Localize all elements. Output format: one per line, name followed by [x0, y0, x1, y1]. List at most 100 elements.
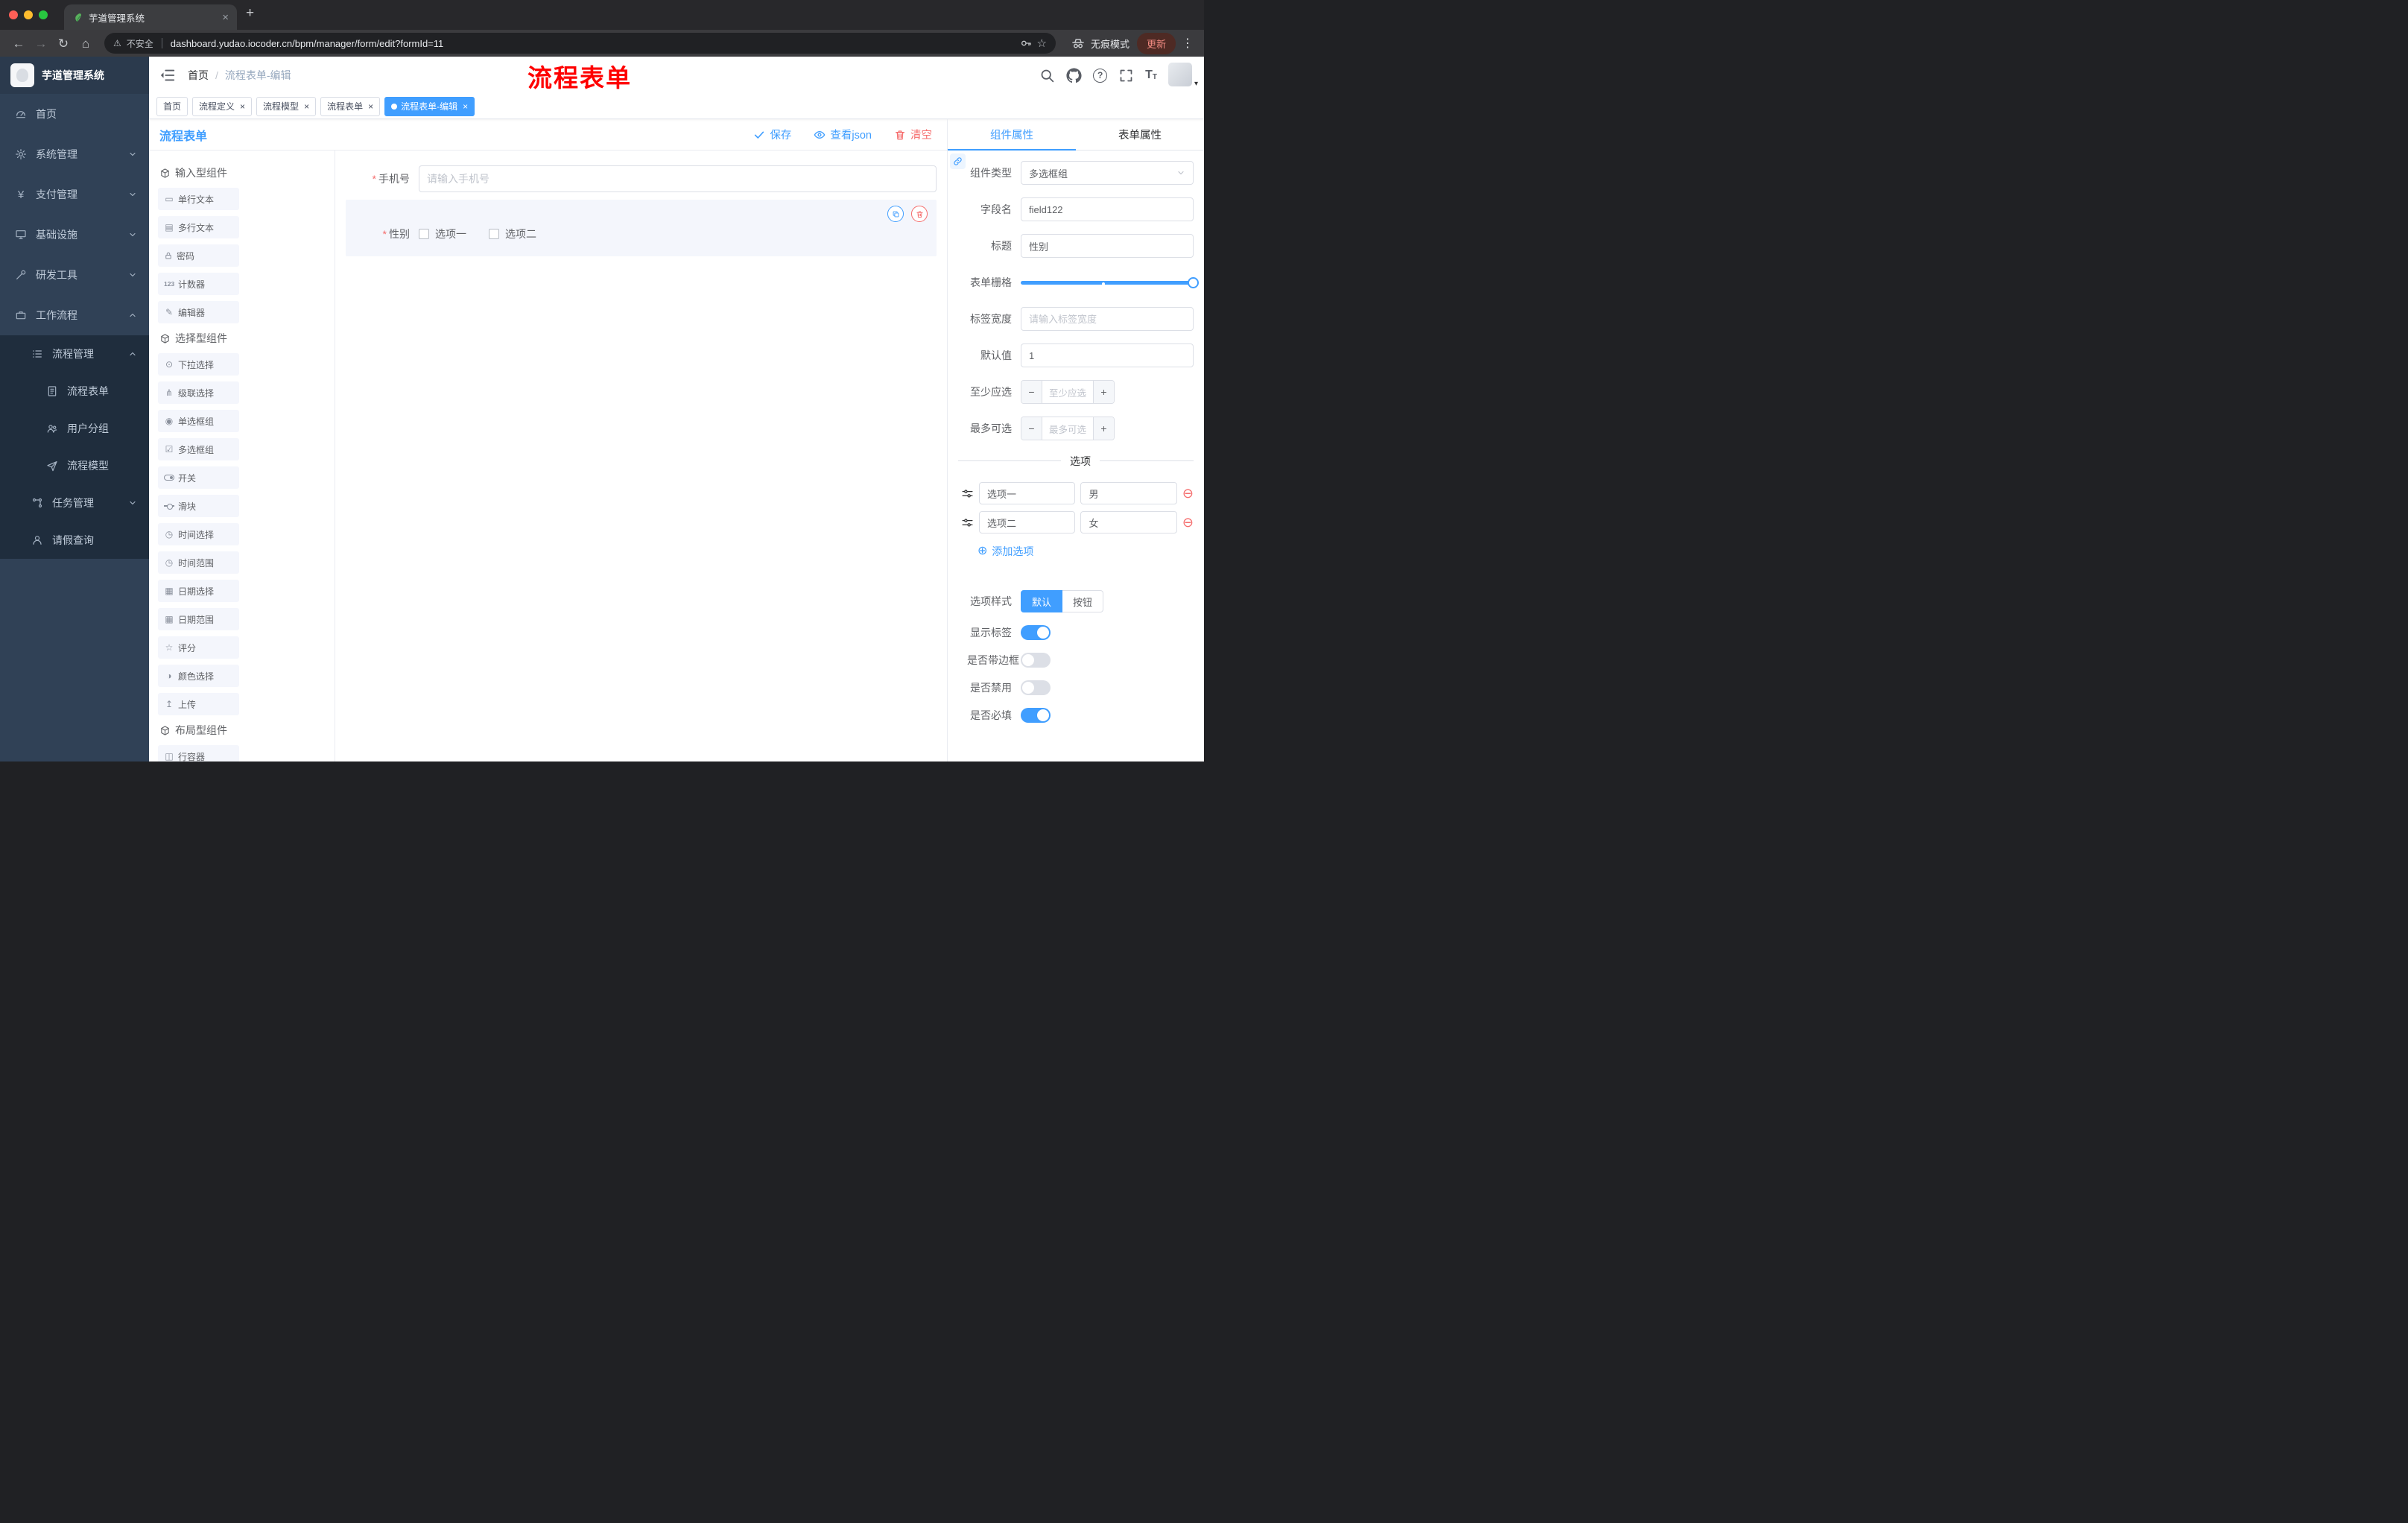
- increase-button[interactable]: +: [1093, 381, 1114, 403]
- sidebar-item-infrastructure[interactable]: 基础设施: [0, 215, 149, 255]
- view-json-button[interactable]: 查看json: [814, 127, 872, 142]
- sidebar-item-workflow[interactable]: 工作流程: [0, 295, 149, 335]
- component-slider[interactable]: 滑块: [158, 495, 239, 517]
- component-row-container[interactable]: ◫ 行容器: [158, 745, 239, 762]
- component-counter[interactable]: 123 计数器: [158, 273, 239, 295]
- add-option-button[interactable]: ⊕ 添加选项: [978, 544, 1194, 559]
- phone-input[interactable]: [419, 165, 937, 192]
- close-window-button[interactable]: [9, 10, 18, 19]
- title-input[interactable]: [1021, 234, 1194, 258]
- component-date-picker[interactable]: ▦ 日期选择: [158, 580, 239, 602]
- border-switch[interactable]: [1021, 653, 1051, 668]
- sidebar-item-payment[interactable]: ¥ 支付管理: [0, 174, 149, 215]
- font-size-icon[interactable]: TT: [1145, 69, 1157, 81]
- save-button[interactable]: 保存: [753, 127, 791, 142]
- option-2-value-input[interactable]: [1080, 511, 1177, 533]
- tag-process-model[interactable]: 流程模型 ×: [256, 96, 317, 116]
- style-button-button[interactable]: 按钮: [1062, 590, 1104, 612]
- key-icon[interactable]: [1020, 37, 1032, 49]
- github-icon[interactable]: [1066, 68, 1082, 83]
- field-name-input[interactable]: [1021, 197, 1194, 221]
- component-cascader[interactable]: ⋔ 级联选择: [158, 381, 239, 404]
- close-icon[interactable]: ×: [461, 101, 468, 112]
- address-bar[interactable]: ⚠ 不安全 dashboard.yudao.iocoder.cn/bpm/man…: [104, 33, 1056, 54]
- zoom-window-button[interactable]: [39, 10, 48, 19]
- gender-field-selected[interactable]: 性别 选项一 选项二: [346, 200, 937, 256]
- option-1-label-input[interactable]: [979, 482, 1076, 504]
- component-color-picker[interactable]: ◑ 颜色选择: [158, 665, 239, 687]
- close-icon[interactable]: ×: [238, 101, 245, 112]
- grid-slider[interactable]: [1021, 270, 1199, 294]
- component-type-select[interactable]: 多选框组: [1021, 161, 1194, 185]
- remove-option-icon[interactable]: ⊖: [1182, 487, 1194, 500]
- fullscreen-icon[interactable]: [1118, 68, 1134, 83]
- show-label-switch[interactable]: [1021, 625, 1051, 640]
- home-icon[interactable]: ⌂: [75, 37, 97, 50]
- component-select[interactable]: ⊙ 下拉选择: [158, 353, 239, 376]
- option-1-value-input[interactable]: [1080, 482, 1177, 504]
- default-value-input[interactable]: [1021, 343, 1194, 367]
- min-select-value[interactable]: 至少应选: [1042, 381, 1093, 403]
- drag-handle-icon[interactable]: [961, 487, 974, 500]
- reload-icon[interactable]: ↻: [52, 37, 75, 50]
- link-chip[interactable]: [950, 153, 966, 169]
- label-width-input[interactable]: [1021, 307, 1194, 331]
- user-menu[interactable]: ▾: [1168, 63, 1198, 88]
- tab-form-props[interactable]: 表单属性: [1076, 119, 1204, 150]
- decrease-button[interactable]: −: [1021, 381, 1042, 403]
- app-logo[interactable]: 芋道管理系统: [0, 57, 149, 94]
- delete-field-button[interactable]: [911, 206, 928, 222]
- gender-option-2-checkbox[interactable]: 选项二: [489, 227, 536, 241]
- sidebar-item-user-group[interactable]: 用户分组: [0, 410, 149, 447]
- bookmark-star-icon[interactable]: ☆: [1037, 37, 1047, 50]
- component-time-picker[interactable]: ◷ 时间选择: [158, 523, 239, 545]
- component-upload[interactable]: ↥ 上传: [158, 693, 239, 715]
- component-password[interactable]: 密码: [158, 244, 239, 267]
- component-single-line-text[interactable]: ▭ 单行文本: [158, 188, 239, 210]
- clear-button[interactable]: 清空: [894, 127, 932, 142]
- close-icon[interactable]: ×: [367, 101, 373, 112]
- remove-option-icon[interactable]: ⊖: [1182, 516, 1194, 529]
- component-editor[interactable]: ✎ 编辑器: [158, 301, 239, 323]
- slider-handle[interactable]: [1188, 277, 1199, 288]
- new-tab-button[interactable]: +: [246, 6, 254, 20]
- minimize-window-button[interactable]: [24, 10, 33, 19]
- sidebar-item-system[interactable]: 系统管理: [0, 134, 149, 174]
- back-icon[interactable]: ←: [7, 37, 30, 50]
- update-button[interactable]: 更新: [1136, 32, 1176, 54]
- decrease-button[interactable]: −: [1021, 417, 1042, 440]
- gender-option-1-checkbox[interactable]: 选项一: [419, 227, 466, 241]
- required-switch[interactable]: [1021, 708, 1051, 723]
- sidebar-toggle-icon[interactable]: [159, 67, 176, 83]
- option-2-label-input[interactable]: [979, 511, 1076, 533]
- browser-menu-icon[interactable]: ⋮: [1182, 36, 1194, 51]
- drag-handle-icon[interactable]: [961, 516, 974, 529]
- tag-home[interactable]: 首页: [156, 96, 188, 116]
- sidebar-item-home[interactable]: 首页: [0, 94, 149, 134]
- sidebar-item-leave-query[interactable]: 请假查询: [0, 522, 149, 559]
- tag-process-form-edit[interactable]: 流程表单-编辑 ×: [384, 96, 475, 116]
- component-radio-group[interactable]: ◉ 单选框组: [158, 410, 239, 432]
- increase-button[interactable]: +: [1093, 417, 1114, 440]
- sidebar-item-process-management[interactable]: 流程管理: [0, 335, 149, 373]
- tag-process-form[interactable]: 流程表单 ×: [320, 96, 381, 116]
- component-date-range[interactable]: ▦ 日期范围: [158, 608, 239, 630]
- help-icon[interactable]: ?: [1093, 68, 1108, 83]
- component-switch[interactable]: 开关: [158, 466, 239, 489]
- browser-tab[interactable]: 芋道管理系统 ×: [64, 4, 237, 30]
- component-time-range[interactable]: ◷ 时间范围: [158, 551, 239, 574]
- tab-component-props[interactable]: 组件属性: [948, 119, 1076, 151]
- close-icon[interactable]: ×: [302, 101, 309, 112]
- component-rate[interactable]: ☆ 评分: [158, 636, 239, 659]
- sidebar-item-process-form[interactable]: 流程表单: [0, 373, 149, 410]
- phone-field[interactable]: 手机号: [346, 165, 937, 192]
- max-select-value[interactable]: 最多可选: [1042, 417, 1093, 440]
- sidebar-item-process-model[interactable]: 流程模型: [0, 447, 149, 484]
- copy-field-button[interactable]: [887, 206, 904, 222]
- sidebar-item-devtools[interactable]: 研发工具: [0, 255, 149, 295]
- breadcrumb-home[interactable]: 首页: [188, 68, 209, 83]
- forward-icon[interactable]: →: [30, 37, 52, 50]
- search-icon[interactable]: [1039, 68, 1055, 83]
- sidebar-item-task-management[interactable]: 任务管理: [0, 484, 149, 522]
- disabled-switch[interactable]: [1021, 680, 1051, 695]
